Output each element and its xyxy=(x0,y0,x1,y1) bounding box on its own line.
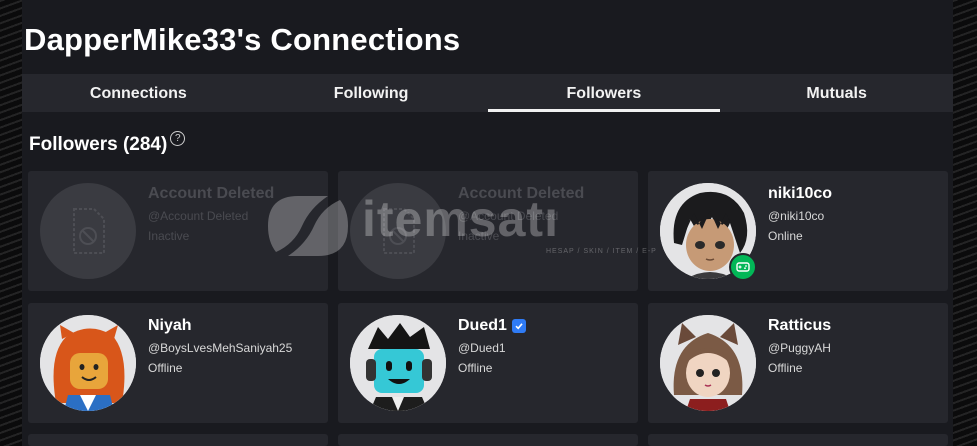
connections-tabs: Connections Following Followers Mutuals xyxy=(22,74,953,112)
user-status: Offline xyxy=(458,361,493,375)
follower-card[interactable]: niki10co @niki10co Online xyxy=(648,171,948,291)
avatar-image-cat-ears xyxy=(660,315,756,411)
user-status: Online xyxy=(768,229,803,243)
follower-card[interactable]: Dued1 @Dued1 Offline xyxy=(338,303,638,423)
user-display-name[interactable]: Ratticus xyxy=(768,317,831,335)
avatar[interactable] xyxy=(350,315,446,411)
follower-card[interactable]: Niyah @BoysLvesMehSaniyah25 Offline xyxy=(28,303,328,423)
deleted-file-icon xyxy=(383,208,415,254)
user-handle: @BoysLvesMehSaniyah25 xyxy=(148,341,293,355)
tab-following[interactable]: Following xyxy=(255,74,488,112)
user-handle: @Account Deleted xyxy=(148,209,249,223)
user-handle: @PuggyAH xyxy=(768,341,831,355)
in-game-badge[interactable] xyxy=(729,253,757,281)
user-handle: @Dued1 xyxy=(458,341,506,355)
avatar-image-orange-hair xyxy=(40,315,136,411)
user-display-name: Account Deleted xyxy=(458,185,585,202)
connections-page: DapperMike33's Connections Connections F… xyxy=(22,0,953,446)
user-status: Offline xyxy=(148,361,183,375)
followers-count-heading: Followers (284) xyxy=(29,134,168,155)
user-status: Inactive xyxy=(458,229,500,243)
verified-badge-icon xyxy=(511,319,526,333)
user-display-name[interactable]: Niyah xyxy=(148,317,192,335)
user-handle: @Account Deleted xyxy=(458,209,559,223)
right-background-strip xyxy=(953,0,977,446)
follower-card[interactable]: Account Deleted @Account Deleted Inactiv… xyxy=(338,171,638,291)
follower-card[interactable] xyxy=(648,434,948,446)
gamepad-icon xyxy=(736,262,750,272)
user-status: Offline xyxy=(768,361,803,375)
user-display-name[interactable]: Dued1 xyxy=(458,317,526,335)
help-icon[interactable]: ? xyxy=(170,131,186,146)
page-title: DapperMike33's Connections xyxy=(24,22,461,57)
follower-card[interactable]: Account Deleted @Account Deleted Inactiv… xyxy=(28,171,328,291)
avatar xyxy=(40,183,136,279)
user-display-name: Account Deleted xyxy=(148,185,275,202)
follower-card[interactable] xyxy=(338,434,638,446)
user-status: Inactive xyxy=(148,229,190,243)
follower-card[interactable] xyxy=(28,434,328,446)
follower-card[interactable]: Ratticus @PuggyAH Offline xyxy=(648,303,948,423)
avatar xyxy=(350,183,446,279)
avatar[interactable] xyxy=(660,315,756,411)
deleted-file-icon xyxy=(73,208,105,254)
section-title: Followers (284) ? xyxy=(29,131,186,156)
tab-followers[interactable]: Followers xyxy=(487,74,721,112)
tab-connections[interactable]: Connections xyxy=(22,74,255,112)
user-display-name[interactable]: niki10co xyxy=(768,185,832,203)
tab-mutuals[interactable]: Mutuals xyxy=(720,74,953,112)
user-display-name-text: Dued1 xyxy=(458,317,507,334)
avatar-image-cyan-head xyxy=(350,315,446,411)
left-background-strip xyxy=(0,0,22,446)
avatar[interactable] xyxy=(40,315,136,411)
user-handle: @niki10co xyxy=(768,209,825,223)
